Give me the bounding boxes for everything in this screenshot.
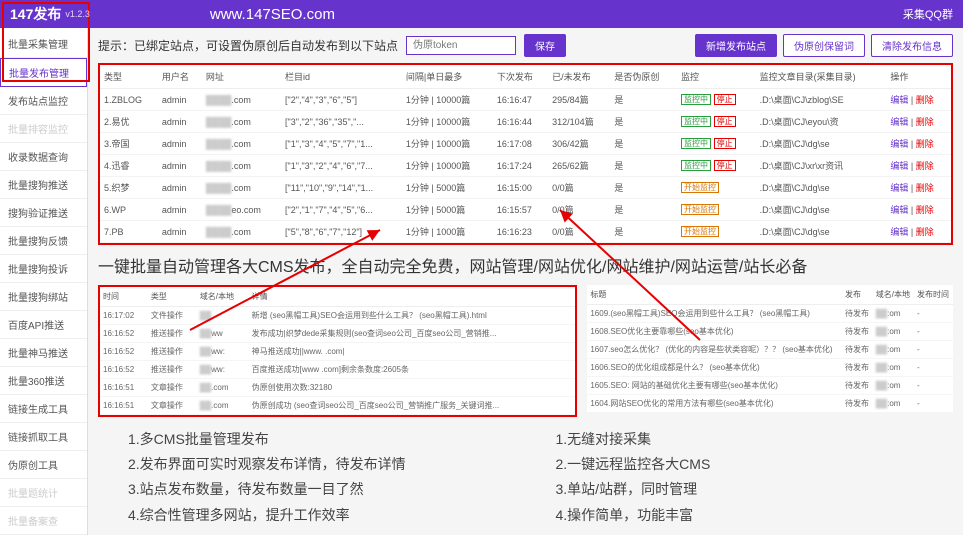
log-row: 16:16:51文章操作██.com伪原创成功 (seo查词seo公司_百度se… bbox=[100, 397, 575, 415]
table-row: 1.ZBLOGadmin████.com["2","4","3","6","5"… bbox=[100, 89, 951, 111]
feature-item: 1.多CMS批量管理发布 bbox=[128, 427, 526, 452]
edit-link[interactable]: 编辑 bbox=[890, 95, 908, 105]
sidebar-item[interactable]: 批量神马推送 bbox=[0, 339, 87, 367]
col-header: 下次发布 bbox=[493, 65, 548, 89]
token-input[interactable] bbox=[406, 36, 516, 55]
table-row: 2.易优admin████.com["3","2","36","35","...… bbox=[100, 111, 951, 133]
log-row: 1606.SEO的优化组成都是什么？ (seo基本优化)待发布██:om- bbox=[587, 359, 953, 377]
feature-item: 3.单站/站群，同时管理 bbox=[556, 477, 954, 502]
log-row: 1604.网站SEO优化的常用方法有哪些(seo基本优化)待发布██:om- bbox=[587, 395, 953, 413]
delete-link[interactable]: 删除 bbox=[916, 227, 934, 237]
delete-link[interactable]: 删除 bbox=[916, 205, 934, 215]
log-row: 1605.SEO: 网站的基础优化主要有哪些(seo基本优化)待发布██:om- bbox=[587, 377, 953, 395]
sidebar-item[interactable]: 百度API推送 bbox=[0, 311, 87, 339]
delete-link[interactable]: 删除 bbox=[916, 161, 934, 171]
delete-link[interactable]: 删除 bbox=[916, 95, 934, 105]
log-row: 1609.(seo黑帽工具)SEO会运用到些什么工具？ (seo黑帽工具)待发布… bbox=[587, 305, 953, 323]
tip-text: 提示：已绑定站点，可设置伪原创后自动发布到以下站点 bbox=[98, 37, 398, 54]
features: 1.多CMS批量管理发布2.发布界面可实时观察发布详情，待发布详情3.站点发布数… bbox=[98, 427, 953, 528]
tip-bar: 提示：已绑定站点，可设置伪原创后自动发布到以下站点 保存 新增发布站点 伪原创保… bbox=[98, 34, 953, 57]
edit-link[interactable]: 编辑 bbox=[890, 183, 908, 193]
edit-link[interactable]: 编辑 bbox=[890, 227, 908, 237]
sidebar-item[interactable]: 伪原创工具 bbox=[0, 451, 87, 479]
app-version: v1.2.3 bbox=[65, 9, 90, 19]
log-row: 16:16:51文章操作██.com伪原创使用次数:32180 bbox=[100, 379, 575, 397]
sidebar-item[interactable]: 链接抓取工具 bbox=[0, 423, 87, 451]
table-row: 7.PBadmin████.com["5","8","6","7","12"]1… bbox=[100, 221, 951, 243]
pseudo-words-button[interactable]: 伪原创保留词 bbox=[783, 34, 865, 57]
delete-link[interactable]: 删除 bbox=[916, 139, 934, 149]
sidebar-item: 批量题统计 bbox=[0, 479, 87, 507]
edit-link[interactable]: 编辑 bbox=[890, 161, 908, 171]
col-header: 用户名 bbox=[158, 65, 202, 89]
col-header: 是否伪原创 bbox=[610, 65, 677, 89]
log-row: 1608.SEO优化主要靠哪些(seo基本优化)待发布██:om- bbox=[587, 323, 953, 341]
delete-link[interactable]: 删除 bbox=[916, 117, 934, 127]
sidebar-item[interactable]: 批量搜狗绑站 bbox=[0, 283, 87, 311]
delete-link[interactable]: 删除 bbox=[916, 183, 934, 193]
col-header: 栏目id bbox=[281, 65, 402, 89]
col-header: 操作 bbox=[886, 65, 951, 89]
col-header: 监控文章目录(采集目录) bbox=[756, 65, 887, 89]
sidebar-item: 批量备案查 bbox=[0, 507, 87, 535]
log-row: 16:16:52推送操作██ww:神马推送成功||www. .com| bbox=[100, 343, 575, 361]
table-row: 6.WPadmin████eo.com["2","1","7","4","5",… bbox=[100, 199, 951, 221]
col-header: 网址 bbox=[202, 65, 281, 89]
save-button[interactable]: 保存 bbox=[524, 34, 566, 57]
col-header: 监控 bbox=[677, 65, 756, 89]
clear-info-button[interactable]: 清除发布信息 bbox=[871, 34, 953, 57]
feature-item: 1.无缝对接采集 bbox=[556, 427, 954, 452]
sidebar-item[interactable]: 搜狗验证推送 bbox=[0, 199, 87, 227]
log-row: 16:17:02文件操作██新增 (seo黑帽工具)SEO会运用到些什么工具？ … bbox=[100, 307, 575, 325]
app-header: 147发布 v1.2.3 www.147SEO.com 采集QQ群 bbox=[0, 0, 963, 28]
sidebar-item[interactable]: 批量采集管理 bbox=[0, 30, 87, 58]
log-row: 1607.seo怎么优化？ (优化的内容是些状类容呢）？？ (seo基本优化)待… bbox=[587, 341, 953, 359]
table-row: 3.帝国admin████.com["1","3","4","5","7","1… bbox=[100, 133, 951, 155]
app-title: 147发布 bbox=[10, 4, 61, 24]
feature-item: 3.站点发布数量，待发布数量一目了然 bbox=[128, 477, 526, 502]
sidebar-item[interactable]: 批量搜狗投诉 bbox=[0, 255, 87, 283]
col-header: 已/未发布 bbox=[548, 65, 610, 89]
feature-item: 2.发布界面可实时观察发布详情，待发布详情 bbox=[128, 452, 526, 477]
sidebar-item[interactable]: 收录数据查询 bbox=[0, 143, 87, 171]
log-right-table: 标题发布域名/本地发布时间 1609.(seo黑帽工具)SEO会运用到些什么工具… bbox=[587, 285, 953, 413]
sidebar-item[interactable]: 批量360推送 bbox=[0, 367, 87, 395]
sidebar-item[interactable]: 发布站点监控 bbox=[0, 87, 87, 115]
sidebar-item[interactable]: 批量搜狗推送 bbox=[0, 171, 87, 199]
sidebar-item[interactable]: 批量搜狗反馈 bbox=[0, 227, 87, 255]
log-row: 16:16:52推送操作██ww发布成功|织梦dede采集规则(seo查词seo… bbox=[100, 325, 575, 343]
banner-text: 一键批量自动管理各大CMS发布，全自动完全免费，网站管理/网站优化/网站维护/网… bbox=[98, 253, 953, 277]
feature-item: 2.一键远程监控各大CMS bbox=[556, 452, 954, 477]
log-row: 16:16:52推送操作██ww:百度推送成功[www .com]剩余条数度:2… bbox=[100, 361, 575, 379]
log-left-table: 时间类型域名/本地详情 16:17:02文件操作██新增 (seo黑帽工具)SE… bbox=[100, 287, 575, 415]
add-site-button[interactable]: 新增发布站点 bbox=[695, 34, 777, 57]
qq-group-link[interactable]: 采集QQ群 bbox=[903, 6, 953, 22]
edit-link[interactable]: 编辑 bbox=[890, 205, 908, 215]
edit-link[interactable]: 编辑 bbox=[890, 117, 908, 127]
sidebar-item[interactable]: 批量发布管理 bbox=[0, 58, 87, 87]
col-header: 类型 bbox=[100, 65, 158, 89]
feature-item: 4.操作简单，功能丰富 bbox=[556, 503, 954, 528]
sidebar-item[interactable]: 链接生成工具 bbox=[0, 395, 87, 423]
sidebar-item: 批量排容监控 bbox=[0, 115, 87, 143]
table-row: 5.织梦admin████.com["11","10","9","14","1.… bbox=[100, 177, 951, 199]
header-url: www.147SEO.com bbox=[210, 6, 335, 23]
table-row: 4.迅睿admin████.com["1","3","2","4","6","7… bbox=[100, 155, 951, 177]
sidebar: 批量采集管理批量发布管理发布站点监控批量排容监控收录数据查询批量搜狗推送搜狗验证… bbox=[0, 28, 88, 535]
col-header: 间隔|单日最多 bbox=[402, 65, 493, 89]
publish-sites-table: 类型用户名网址栏目id间隔|单日最多下次发布已/未发布是否伪原创监控监控文章目录… bbox=[100, 65, 951, 243]
feature-item: 4.综合性管理多网站，提升工作效率 bbox=[128, 503, 526, 528]
edit-link[interactable]: 编辑 bbox=[890, 139, 908, 149]
